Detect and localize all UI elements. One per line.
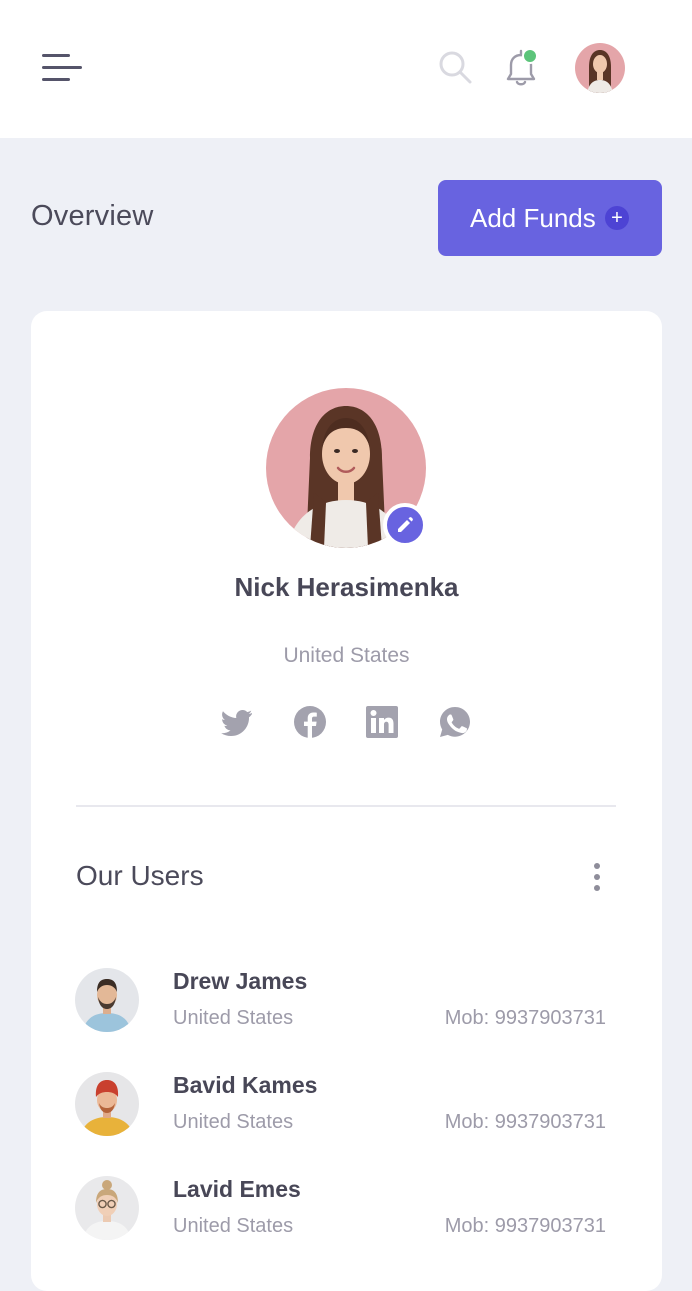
user-name: Bavid Kames (173, 1072, 318, 1098)
user-location: United States (173, 1111, 294, 1133)
notification-dot (522, 48, 538, 64)
user-mobile: Mob: 9937903731 (444, 1007, 606, 1029)
hamburger-menu-icon[interactable] (42, 54, 82, 84)
facebook-icon[interactable] (293, 705, 327, 739)
user-location: United States (173, 1215, 294, 1237)
divider (76, 805, 616, 807)
profile-name: Nick Herasimenka (234, 572, 459, 602)
user-mobile: Mob: 9937903731 (444, 1215, 606, 1237)
user-name: Lavid Emes (173, 1176, 301, 1202)
plus-icon: + (605, 206, 629, 230)
user-list-item[interactable]: Bavid Kames United States Mob: 993790373… (75, 1072, 620, 1138)
user-avatar[interactable] (575, 43, 625, 93)
more-vertical-icon[interactable] (588, 861, 606, 893)
user-name: Drew James (173, 968, 308, 994)
whatsapp-icon[interactable] (438, 705, 472, 739)
add-funds-label: Add Funds (470, 202, 596, 233)
user-avatar (75, 1072, 139, 1136)
twitter-icon[interactable] (220, 705, 254, 739)
user-list-item[interactable]: Drew James United States Mob: 9937903731 (75, 968, 620, 1034)
user-avatar (75, 968, 139, 1032)
user-location: United States (173, 1007, 294, 1029)
add-funds-button[interactable]: Add Funds + (438, 180, 662, 256)
users-section-title: Our Users (76, 860, 204, 891)
search-icon[interactable] (437, 49, 473, 85)
profile-card: Nick Herasimenka United States Our Users (31, 311, 662, 1291)
user-list-item[interactable]: Lavid Emes United States Mob: 9937903731 (75, 1176, 620, 1242)
page-title: Overview (31, 200, 154, 232)
linkedin-icon[interactable] (365, 705, 399, 739)
edit-profile-button[interactable] (383, 503, 427, 547)
pencil-icon (398, 517, 413, 532)
user-avatar (75, 1176, 139, 1240)
profile-location: United States (283, 644, 410, 667)
top-bar (0, 0, 692, 138)
user-mobile: Mob: 9937903731 (444, 1111, 606, 1133)
social-links (220, 705, 480, 739)
